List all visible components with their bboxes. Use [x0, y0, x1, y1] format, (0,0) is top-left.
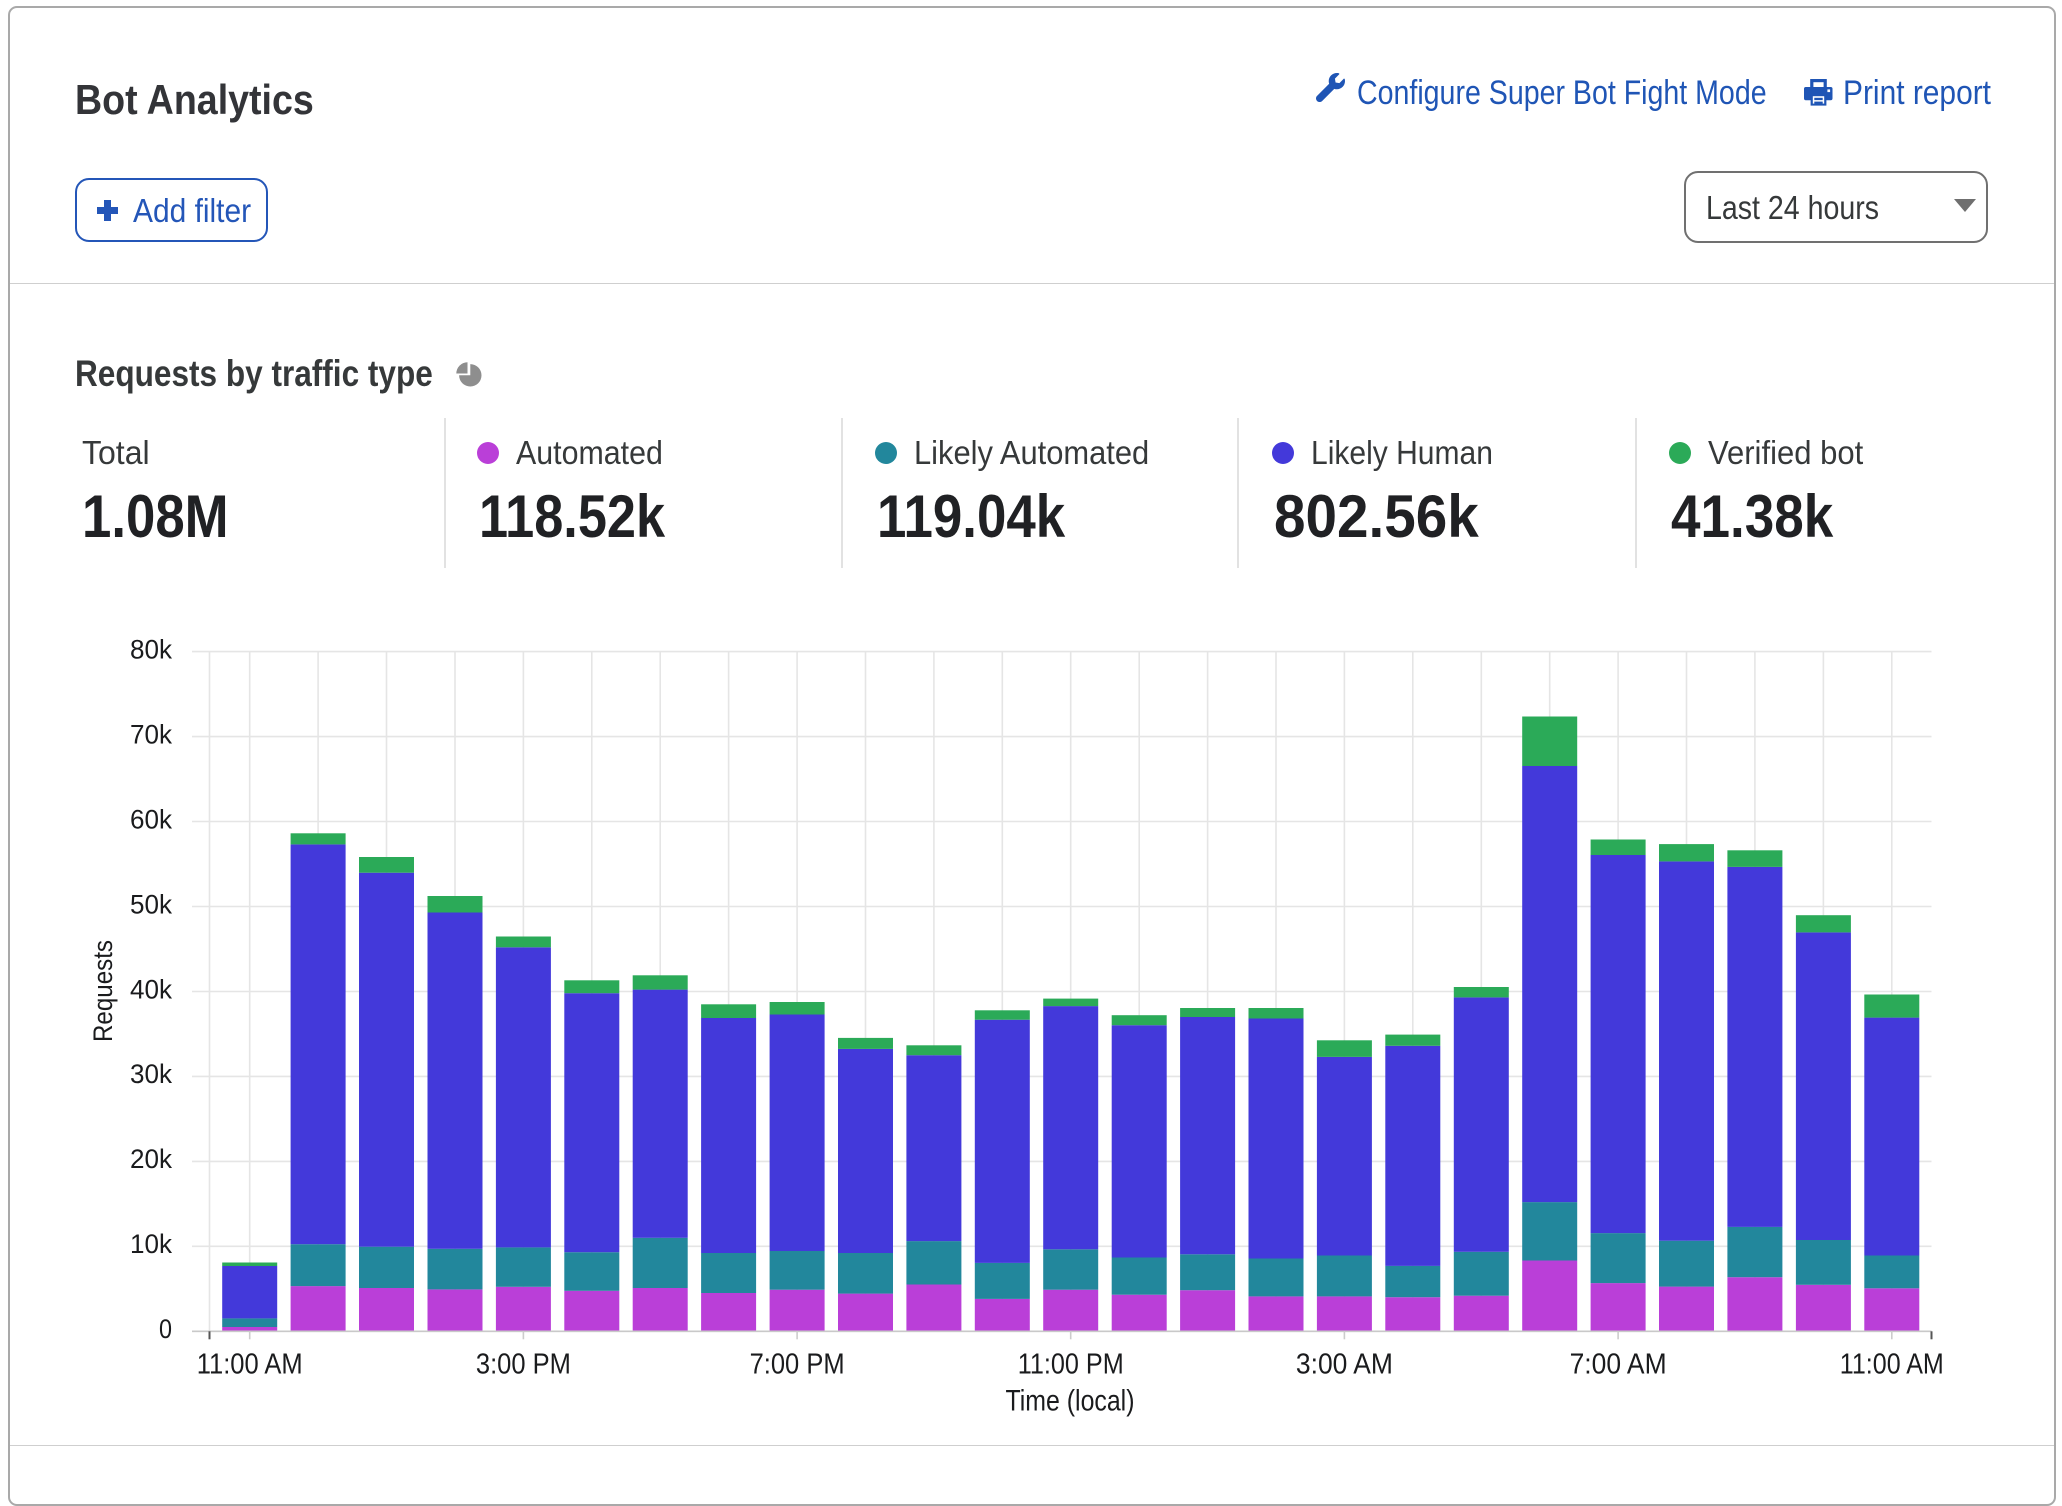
svg-text:11:00 AM: 11:00 AM: [197, 1348, 303, 1380]
svg-text:40k: 40k: [130, 974, 173, 1004]
svg-text:70k: 70k: [130, 719, 173, 749]
svg-text:3:00 PM: 3:00 PM: [476, 1348, 571, 1380]
svg-text:80k: 80k: [130, 634, 173, 664]
svg-text:7:00 AM: 7:00 AM: [1570, 1348, 1667, 1380]
svg-text:50k: 50k: [130, 889, 173, 919]
svg-text:Requests: Requests: [88, 940, 118, 1042]
svg-text:60k: 60k: [130, 804, 173, 834]
svg-text:0: 0: [159, 1314, 172, 1344]
svg-text:11:00 PM: 11:00 PM: [1018, 1348, 1124, 1380]
svg-text:30k: 30k: [130, 1059, 173, 1089]
svg-text:10k: 10k: [130, 1229, 173, 1259]
svg-text:3:00 AM: 3:00 AM: [1296, 1348, 1393, 1380]
svg-text:11:00 AM: 11:00 AM: [1840, 1348, 1944, 1380]
svg-text:7:00 PM: 7:00 PM: [750, 1348, 845, 1380]
svg-text:20k: 20k: [130, 1144, 173, 1174]
svg-text:Time (local): Time (local): [1006, 1385, 1135, 1418]
